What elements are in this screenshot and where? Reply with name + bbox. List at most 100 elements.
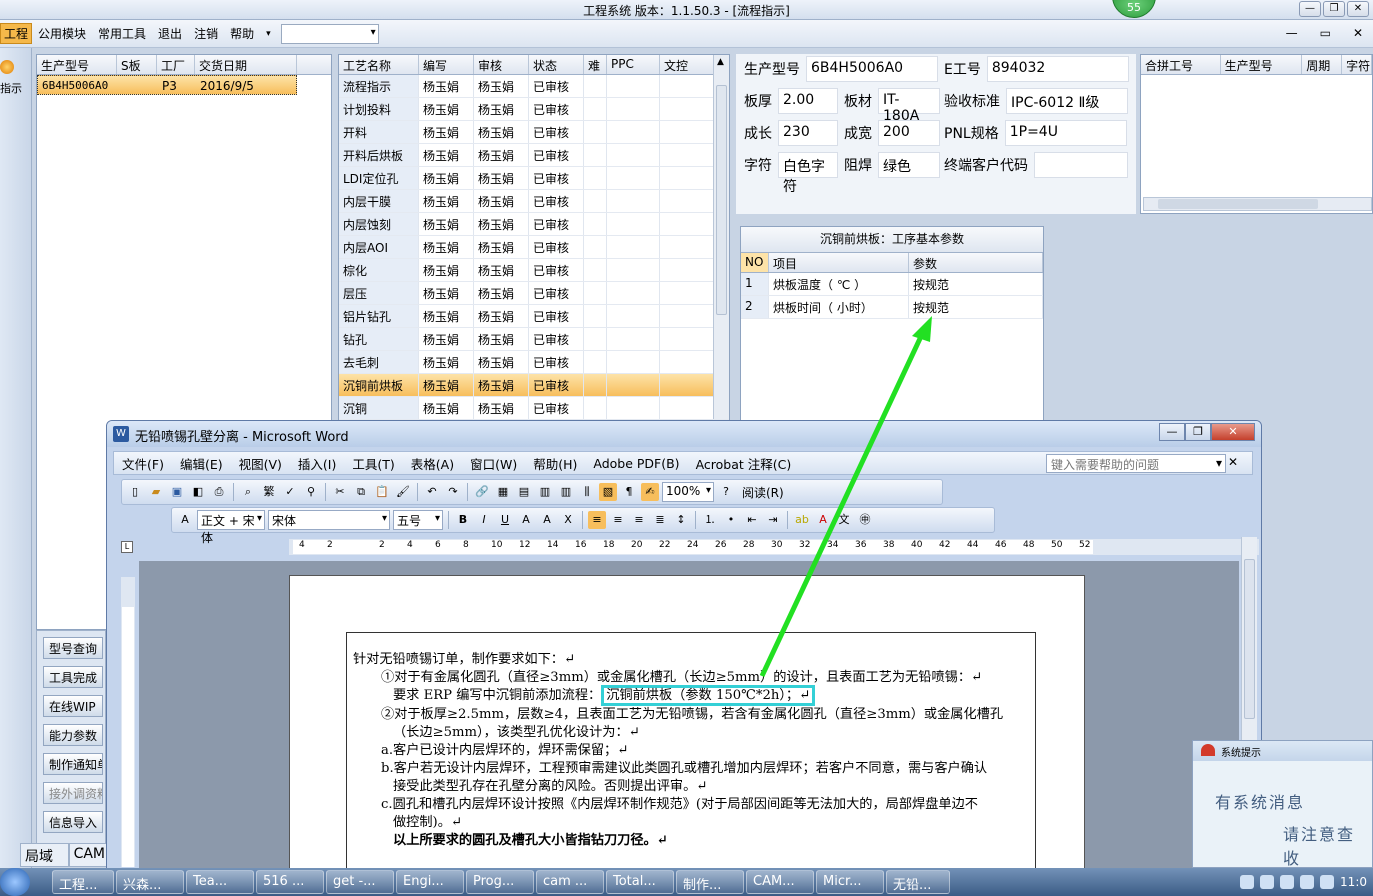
tray-icon[interactable] xyxy=(1320,875,1335,889)
horizontal-ruler[interactable]: 4 2 2 4 6 8 10 12 14 16 18 20 22 24 26 28 30 32 34 36 38 40 42… xyxy=(289,539,1259,555)
insert-excel-icon[interactable]: ▥ xyxy=(536,483,554,501)
menu-exit[interactable]: 退出 xyxy=(152,25,188,42)
mdi-close-icon[interactable]: ✕ xyxy=(1347,26,1369,40)
col-process-name[interactable]: 工艺名称 xyxy=(339,55,419,74)
word-menu-window[interactable]: 窗口(W) xyxy=(462,454,525,473)
tables-borders-icon[interactable]: ▦ xyxy=(494,483,512,501)
menu-logout[interactable]: 注销 xyxy=(188,25,224,42)
table-row[interactable]: 6B4H5006A0 P3 2016/9/5 xyxy=(37,75,297,95)
table-row[interactable]: 计划投料 杨玉娟 杨玉娟 已审核 xyxy=(339,98,729,121)
col-item[interactable]: 项目 xyxy=(769,253,909,272)
font-size-select[interactable]: 五号 xyxy=(393,510,443,530)
doc-line[interactable]: 接受此类型孔存在孔壁分离的风险。否则提出评审。↵ xyxy=(393,778,707,796)
col-delivery-date[interactable]: 交货日期 xyxy=(195,55,297,74)
menu-public-module[interactable]: 公用模块 xyxy=(32,25,92,42)
tray-icon[interactable] xyxy=(1280,875,1295,889)
restore-button[interactable]: ❐ xyxy=(1323,1,1345,17)
col-no[interactable]: NO xyxy=(741,253,769,272)
enclose-char-icon[interactable]: ㊥ xyxy=(856,511,874,529)
doc-line[interactable]: 以上所要求的圆孔及槽孔大小皆指钻刀刀径。↵ xyxy=(393,832,668,850)
doc-line[interactable]: a.客户已设计内层焊环的，焊环需保留；↵ xyxy=(381,742,628,760)
tab-selector[interactable]: L xyxy=(121,541,133,553)
table-row[interactable]: LDI定位孔 杨玉娟 杨玉娟 已审核 xyxy=(339,167,729,190)
menu-combo-box[interactable] xyxy=(280,23,379,44)
taskbar-item[interactable]: 制作... xyxy=(676,870,744,894)
cut-icon[interactable]: ✂ xyxy=(331,483,349,501)
table-row[interactable]: 沉铜 杨玉娟 杨玉娟 已审核 xyxy=(339,397,729,420)
highlighted-requirement[interactable]: 沉铜前烘板（参数 150℃*2h）；↵ xyxy=(601,685,816,706)
word-menu-insert[interactable]: 插入(I) xyxy=(290,454,344,473)
table-row[interactable]: 沉铜前烘板 杨玉娟 杨玉娟 已审核 xyxy=(339,374,729,397)
table-row[interactable]: 层压 杨玉娟 杨玉娟 已审核 xyxy=(339,282,729,305)
char-shading-icon[interactable]: A xyxy=(538,511,556,529)
chevron-down-icon[interactable]: ▾ xyxy=(260,29,277,39)
menu-tools[interactable]: 常用工具 xyxy=(92,25,152,42)
print-icon[interactable]: ⎙ xyxy=(210,483,228,501)
taskbar-item[interactable]: Micr... xyxy=(816,870,884,894)
taskbar-item[interactable]: cam ... xyxy=(536,870,604,894)
tray-icon[interactable] xyxy=(1300,875,1315,889)
col-merge-model[interactable]: 生产型号 xyxy=(1221,55,1303,74)
model-query-button[interactable]: 型号查询 xyxy=(43,637,103,659)
merge-hscrollbar[interactable] xyxy=(1143,197,1372,211)
undo-icon[interactable]: ↶ xyxy=(423,483,441,501)
col-char[interactable]: 字符 xyxy=(1342,55,1372,74)
customer-field[interactable] xyxy=(1034,152,1128,178)
reading-mode-button[interactable]: 阅读(R) xyxy=(738,484,788,501)
doc-line[interactable]: （长边≥5mm），该类型孔优化设计为：↵ xyxy=(393,724,640,742)
word-menu-view[interactable]: 视图(V) xyxy=(231,454,290,473)
table-row[interactable]: 开料后烘板 杨玉娟 杨玉娟 已审核 xyxy=(339,144,729,167)
table-row[interactable]: 1 烘板温度（ ℃ ） 按规范 xyxy=(741,273,1043,296)
taskbar-item[interactable]: Engi... xyxy=(396,870,464,894)
redo-icon[interactable]: ↷ xyxy=(444,483,462,501)
col-difficulty[interactable]: 难 xyxy=(584,55,607,74)
help-icon[interactable]: ? xyxy=(717,483,735,501)
taskbar-item[interactable]: CAM... xyxy=(746,870,814,894)
mdi-restore-icon[interactable]: ▭ xyxy=(1314,26,1337,40)
word-menu-acrobat[interactable]: Acrobat 注释(C) xyxy=(688,454,800,473)
taskbar-item[interactable]: get -... xyxy=(326,870,394,894)
standard-field[interactable]: IPC-6012 Ⅱ级 xyxy=(1006,88,1128,114)
line-spacing-icon[interactable]: ↕ xyxy=(672,511,690,529)
close-doc-icon[interactable]: ✕ xyxy=(1220,455,1246,469)
columns-icon[interactable]: ▥ xyxy=(557,483,575,501)
word-menu-file[interactable]: 文件(F) xyxy=(114,454,172,473)
table-row[interactable]: 钻孔 杨玉娟 杨玉娟 已审核 xyxy=(339,328,729,351)
online-wip-button[interactable]: 在线WIP xyxy=(43,695,103,717)
left-nav-label[interactable]: 指示 xyxy=(0,80,22,96)
word-minimize-button[interactable]: — xyxy=(1159,423,1185,441)
word-menu-adobe-pdf[interactable]: Adobe PDF(B) xyxy=(585,456,687,471)
numbering-icon[interactable]: ⒈ xyxy=(701,511,719,529)
font-select[interactable]: 宋体 xyxy=(268,510,390,530)
new-doc-icon[interactable]: ▯ xyxy=(126,483,144,501)
table-row[interactable]: 2 烘板时间（ 小时） 按规范 xyxy=(741,296,1043,319)
align-center-icon[interactable]: ≡ xyxy=(609,511,627,529)
taskbar-item[interactable]: Total... xyxy=(606,870,674,894)
decrease-indent-icon[interactable]: ⇤ xyxy=(743,511,761,529)
capability-params-button[interactable]: 能力参数 xyxy=(43,724,103,746)
table-row[interactable]: 开料 杨玉娟 杨玉娟 已审核 xyxy=(339,121,729,144)
doc-line[interactable]: c.圆孔和槽孔内层焊环设计按照《内层焊环制作规范》(对于局部因间距等无法加大的，… xyxy=(381,796,978,814)
material-field[interactable]: IT-180A xyxy=(878,88,940,124)
scroll-up-icon[interactable]: ▲ xyxy=(717,57,724,67)
tray-icon[interactable] xyxy=(1260,875,1275,889)
scroll-thumb[interactable] xyxy=(716,85,727,315)
col-status[interactable]: 状态 xyxy=(529,55,584,74)
col-factory[interactable]: 工厂 xyxy=(157,55,195,74)
paste-icon[interactable]: 📋 xyxy=(373,483,391,501)
hyperlink-icon[interactable]: 🔗 xyxy=(473,483,491,501)
save-icon[interactable]: ▣ xyxy=(168,483,186,501)
thickness-field[interactable]: 2.00 xyxy=(778,88,838,114)
help-search-input[interactable]: 键入需要帮助的问题 xyxy=(1046,454,1226,473)
char-scale-icon[interactable]: X xyxy=(559,511,577,529)
open-icon[interactable]: ▰ xyxy=(147,483,165,501)
increase-indent-icon[interactable]: ⇥ xyxy=(764,511,782,529)
doc-line[interactable]: b.客户若无设计内层焊环，工程预审需建议此类圆孔或槽孔增加内层焊环；若客户不同意… xyxy=(381,760,987,778)
insert-table-icon[interactable]: ▤ xyxy=(515,483,533,501)
close-button[interactable]: ✕ xyxy=(1347,1,1369,17)
doc-line-prefix[interactable]: 要求 ERP 编写中沉铜前添加流程： xyxy=(393,688,601,703)
show-formatting-icon[interactable]: ¶ xyxy=(620,483,638,501)
col-model[interactable]: 生产型号 xyxy=(37,55,117,74)
print-preview-icon[interactable]: ⌕ xyxy=(239,483,257,501)
permission-icon[interactable]: ◧ xyxy=(189,483,207,501)
